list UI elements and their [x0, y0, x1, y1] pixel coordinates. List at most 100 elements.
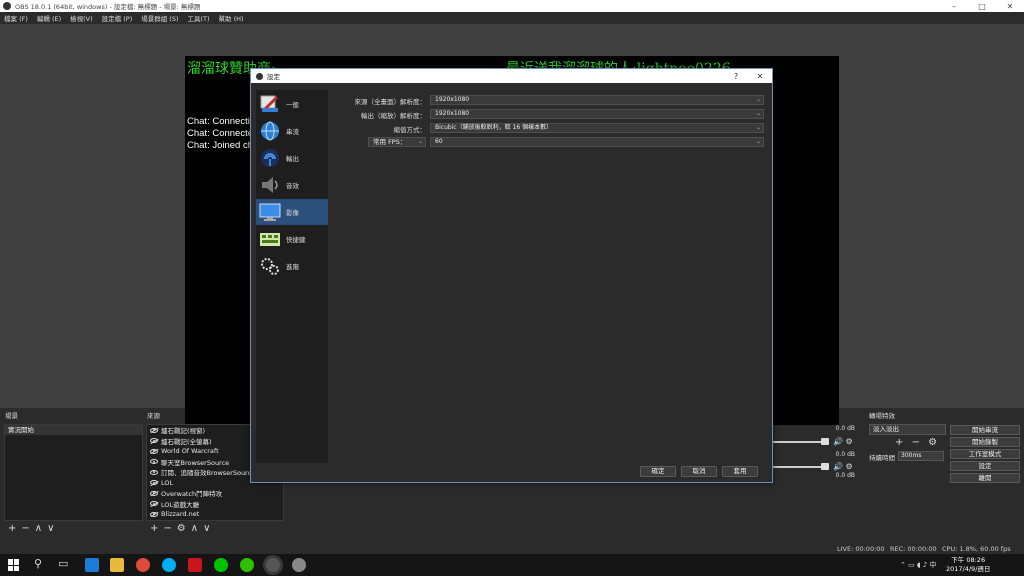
transition-select[interactable]: 淡入淡出	[869, 424, 946, 435]
speaker-icon	[259, 174, 281, 196]
start-streaming-button[interactable]: 開始串流	[950, 425, 1020, 435]
cancel-button[interactable]: 取消	[681, 466, 717, 477]
status-bar: LIVE: 00:00:00 REC: 00:00:00 CPU: 1.8%, …	[0, 540, 1024, 554]
exit-button[interactable]: 離開	[950, 473, 1020, 483]
source-item[interactable]: Overwatch鬥陣特攻	[147, 488, 283, 499]
obs-taskbar-icon[interactable]	[266, 558, 280, 572]
visibility-off-icon[interactable]	[150, 448, 158, 454]
menu-view[interactable]: 檢視(V)	[70, 13, 93, 23]
fps-type-select[interactable]: 常用 FPS： ⌄	[368, 137, 426, 147]
add-source-button[interactable]: +	[150, 523, 158, 534]
move-scene-up-button[interactable]: ∧	[35, 523, 42, 534]
visibility-on-icon[interactable]	[150, 469, 158, 475]
duration-input[interactable]: 300ms	[898, 451, 944, 461]
source-item[interactable]: Blizzard.net	[147, 509, 283, 520]
visibility-off-icon[interactable]	[150, 511, 158, 517]
gear-icon[interactable]: ⚙	[846, 437, 853, 446]
mixer-channel: 0.0 dB	[773, 472, 863, 482]
visibility-off-icon[interactable]	[150, 480, 158, 486]
close-button[interactable]: ✕	[996, 0, 1024, 12]
output-signal-icon	[259, 147, 281, 169]
output-resolution-combo[interactable]: 1920x1080 ⌄	[430, 109, 764, 119]
chrome-icon[interactable]	[136, 558, 150, 572]
visibility-off-icon[interactable]	[150, 501, 158, 507]
maximize-button[interactable]: □	[968, 0, 996, 12]
remove-transition-button[interactable]: −	[912, 437, 920, 448]
close-dialog-button[interactable]: ✕	[748, 72, 772, 81]
dialog-buttons: 確定 取消 套用	[635, 466, 758, 477]
system-tray-icons[interactable]: ⌃ ▭ ◖ ♪ 中	[900, 560, 937, 570]
menu-bar: 檔案 (F) 編輯 (E) 檢視(V) 設定檔 (P) 場景群組 (S) 工具(…	[0, 12, 1024, 24]
fps-value-select[interactable]: 60 ⌄	[430, 137, 764, 147]
line-icon[interactable]	[214, 558, 228, 572]
menu-profile[interactable]: 設定檔 (P)	[102, 13, 133, 23]
downscale-filter-select[interactable]: Bicubic（鋪放後較銳利，取 16 個樣本數） ⌄	[430, 123, 764, 133]
sources-toolbar: + − ⚙ ∧ ∨	[150, 523, 215, 534]
add-transition-button[interactable]: +	[895, 437, 903, 448]
speaker-icon[interactable]: 🔊	[833, 437, 843, 446]
move-scene-down-button[interactable]: ∨	[47, 523, 54, 534]
scenes-list[interactable]: 實況開始	[4, 424, 143, 521]
remove-source-button[interactable]: −	[163, 523, 171, 534]
monitor-icon	[259, 201, 281, 223]
skype-icon[interactable]	[162, 558, 176, 572]
sidebar-item-advanced[interactable]: 進階	[256, 253, 328, 279]
remove-scene-button[interactable]: −	[21, 523, 29, 534]
transition-gear-icon[interactable]: ⚙	[928, 437, 937, 448]
visibility-off-icon[interactable]	[150, 490, 158, 496]
ok-button[interactable]: 確定	[640, 466, 676, 477]
wechat-icon[interactable]	[240, 558, 254, 572]
rec-time: REC: 00:00:00	[890, 545, 937, 553]
menu-tools[interactable]: 工具(T)	[188, 13, 210, 23]
file-explorer-icon[interactable]	[110, 558, 124, 572]
minimize-button[interactable]: –	[940, 0, 968, 12]
add-scene-button[interactable]: +	[8, 523, 16, 534]
apply-button[interactable]: 套用	[722, 466, 758, 477]
sidebar-item-label: 影像	[286, 209, 299, 217]
sidebar-item-hotkeys[interactable]: 快捷鍵	[256, 226, 328, 252]
visibility-on-icon[interactable]	[150, 459, 158, 465]
source-name: 爐石戰記(全螢幕)	[161, 437, 212, 446]
obs-app: OBS 18.0.1 (64bit, windows) - 設定檔: 無標題 -…	[0, 0, 1024, 576]
visibility-off-icon[interactable]	[150, 427, 158, 433]
edge-browser-icon[interactable]	[85, 558, 99, 572]
move-source-up-button[interactable]: ∧	[191, 523, 198, 534]
sidebar-item-stream[interactable]: 串流	[256, 118, 328, 144]
chevron-down-icon: ⌄	[755, 124, 761, 131]
menu-help[interactable]: 幫助 (H)	[219, 13, 244, 23]
base-resolution-combo[interactable]: 1920x1080 ⌄	[430, 95, 764, 105]
source-item[interactable]: LOL遊戲大廳	[147, 499, 283, 510]
scene-item[interactable]: 實況開始	[5, 425, 142, 435]
chat-overlay: Chat: Connecti Chat: Connecte Chat: Join…	[187, 116, 253, 152]
sidebar-item-audio[interactable]: 音效	[256, 172, 328, 198]
sidebar-item-general[interactable]: 一般	[256, 91, 328, 117]
speaker-icon[interactable]: 🔊	[833, 462, 843, 471]
sidebar-item-label: 串流	[286, 128, 299, 136]
search-icon[interactable]: ⚲	[34, 557, 42, 570]
windows-start-icon[interactable]	[8, 559, 20, 571]
move-source-down-button[interactable]: ∨	[203, 523, 210, 534]
duration-label: 持續時間	[869, 454, 895, 462]
menu-edit[interactable]: 編輯 (E)	[37, 13, 61, 23]
sidebar-item-video[interactable]: 影像	[256, 199, 328, 225]
help-button[interactable]: ?	[724, 72, 748, 81]
system-clock[interactable]: 下午 08:26 2017/4/9/週日	[946, 556, 990, 574]
gear-icon[interactable]: ⚙	[846, 462, 853, 471]
base-resolution-label: 來源（全畫面）解析度：	[354, 98, 427, 106]
source-properties-gear-icon[interactable]: ⚙	[177, 523, 186, 534]
game-app-icon[interactable]	[188, 558, 202, 572]
menu-file[interactable]: 檔案 (F)	[4, 13, 28, 23]
settings-button[interactable]: 設定	[950, 461, 1020, 471]
sidebar-item-label: 輸出	[286, 155, 299, 163]
obs-settings-taskbar-icon[interactable]	[292, 558, 306, 572]
sidebar-item-output[interactable]: 輸出	[256, 145, 328, 171]
visibility-off-icon[interactable]	[150, 438, 158, 444]
windows-taskbar: ⚲ ▭ ⌃ ▭ ◖ ♪ 中 下午 08:26 2017/4/9/週日	[0, 554, 1024, 576]
volume-slider-handle[interactable]	[821, 438, 829, 445]
studio-mode-button[interactable]: 工作室模式	[950, 449, 1020, 459]
volume-slider-handle[interactable]	[821, 463, 829, 470]
start-recording-button[interactable]: 開始錄製	[950, 437, 1020, 447]
source-name: LOL遊戲大廳	[161, 500, 200, 509]
menu-scene-collection[interactable]: 場景群組 (S)	[141, 13, 178, 23]
task-view-icon[interactable]: ▭	[58, 557, 68, 570]
